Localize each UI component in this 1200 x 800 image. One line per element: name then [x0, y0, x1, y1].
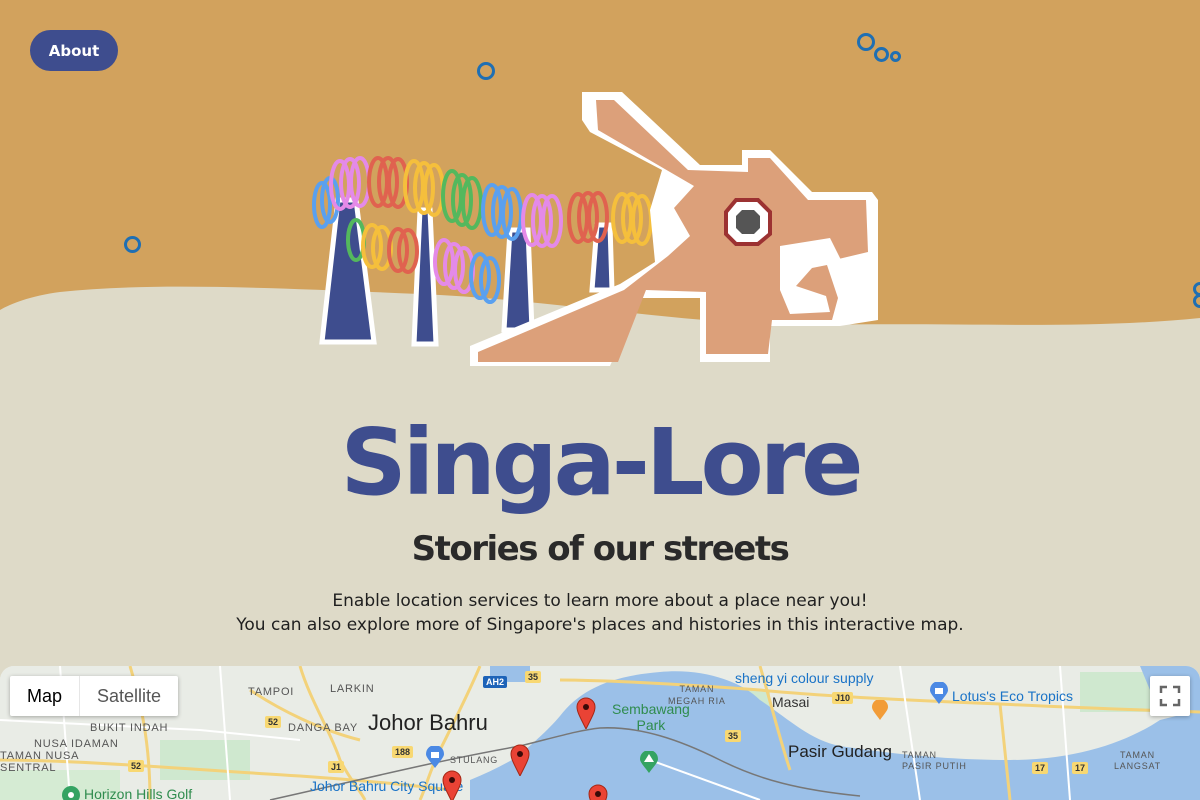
- fullscreen-icon: [1159, 685, 1181, 707]
- road-shield: J10: [832, 692, 854, 704]
- bubble-decoration: [124, 236, 141, 253]
- dragon-playground-illustration: [312, 92, 878, 366]
- shopping-poi-icon[interactable]: [930, 682, 948, 704]
- map-label: NUSA IDAMAN: [34, 738, 119, 750]
- map-label: TAMPOI: [248, 686, 295, 698]
- bubble-decoration: [477, 62, 495, 80]
- map-type-control: Map Satellite: [10, 676, 179, 716]
- map-type-satellite-button[interactable]: Satellite: [80, 676, 178, 716]
- bubble-decoration: [857, 33, 875, 51]
- intro-line: Enable location services to learn more a…: [332, 591, 868, 611]
- map-type-map-button[interactable]: Map: [10, 676, 79, 716]
- bubble-decoration: [874, 47, 889, 62]
- story-marker-pin[interactable]: [510, 744, 530, 776]
- page-subtitle: Stories of our streets: [411, 529, 790, 569]
- park-poi-icon[interactable]: [640, 751, 658, 773]
- map-label: Pasir Gudang: [788, 742, 892, 761]
- map-label: Lotus's Eco Tropics: [952, 688, 1073, 704]
- shopping-poi-icon[interactable]: [426, 746, 444, 768]
- golf-poi-icon[interactable]: [62, 786, 80, 800]
- map-label: Sembawang Park: [612, 701, 690, 733]
- road-shield: AH2: [483, 676, 508, 688]
- road-shield: 188: [392, 746, 414, 758]
- interactive-map[interactable]: TAMPOI LARKIN BUKIT INDAH DANGA BAY Joho…: [0, 666, 1200, 800]
- map-label: LARKIN: [330, 683, 375, 695]
- road-shield: 17: [1032, 762, 1049, 774]
- road-shield: 52: [265, 716, 282, 728]
- map-label: TAMAN NUSA SENTRAL: [0, 750, 80, 774]
- map-label: Johor Bahru: [368, 710, 488, 735]
- map-label: sheng yi colour supply: [735, 670, 874, 686]
- story-marker-pin[interactable]: [588, 784, 608, 800]
- map-label: Johor Bahru City Square: [310, 778, 464, 794]
- map-label: Masai: [772, 694, 810, 710]
- about-button[interactable]: About: [30, 30, 118, 71]
- map-tiles[interactable]: [0, 666, 1200, 800]
- map-label: BUKIT INDAH: [90, 722, 169, 734]
- restaurant-poi-icon[interactable]: [872, 700, 888, 720]
- map-label: TAMAN LANGSAT: [1114, 750, 1161, 771]
- map-label: STULANG: [450, 755, 499, 765]
- road-shield: 35: [725, 730, 742, 742]
- bubble-decoration: [890, 51, 901, 62]
- fullscreen-button[interactable]: [1150, 676, 1190, 716]
- intro-line: You can also explore more of Singapore's…: [236, 615, 964, 635]
- bubble-decoration: [1193, 294, 1200, 308]
- story-marker-pin[interactable]: [576, 697, 596, 729]
- story-marker-pin[interactable]: [442, 770, 462, 800]
- road-shield: J1: [328, 761, 345, 773]
- map-label: Horizon Hills Golf: [84, 786, 193, 800]
- intro-text: Enable location services to learn more a…: [0, 589, 1200, 637]
- map-label: DANGA BAY: [288, 722, 358, 734]
- page-title: Singa-Lore: [340, 409, 863, 516]
- map-label: TAMAN PASIR PUTIH: [902, 750, 967, 771]
- road-shield: 35: [525, 671, 542, 683]
- road-shield: 17: [1072, 762, 1089, 774]
- road-shield: 52: [128, 760, 145, 772]
